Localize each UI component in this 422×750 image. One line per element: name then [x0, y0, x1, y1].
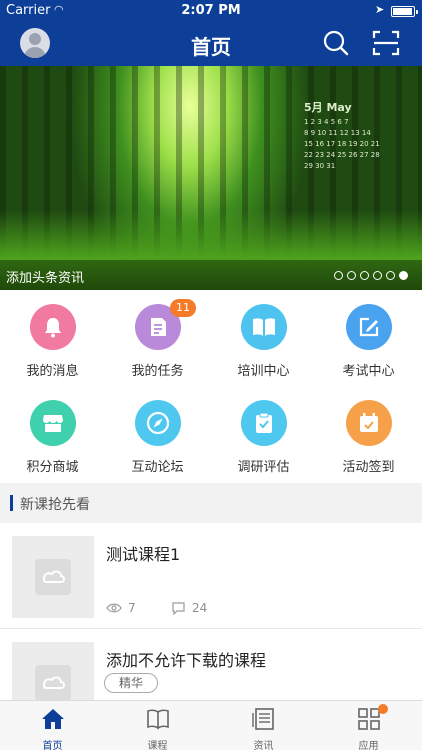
carousel-dot[interactable] — [373, 271, 382, 280]
clipboard-icon — [241, 400, 287, 446]
header: 首页 — [0, 22, 422, 66]
home-icon — [42, 709, 64, 729]
grid-item-label: 我的消息 — [26, 364, 79, 379]
tasks-count-badge: 11 — [170, 299, 196, 317]
tab-news[interactable]: 资讯 — [211, 701, 316, 750]
course-title: 添加不允许下载的课程 — [106, 651, 267, 670]
store-icon — [30, 400, 76, 446]
calendar-check-icon — [346, 400, 392, 446]
comment-icon — [172, 602, 185, 615]
tab-courses[interactable]: 课程 — [105, 701, 210, 750]
banner-carousel[interactable]: 5月 May 1 2 3 4 5 6 7 8 9 10 11 12 13 14 … — [0, 66, 422, 290]
carousel-dot[interactable] — [399, 271, 408, 280]
grid-item-label: 调研评估 — [237, 460, 290, 475]
course-thumbnail — [12, 642, 94, 700]
location-icon: ➤ — [375, 3, 385, 16]
edit-icon — [346, 304, 392, 350]
banner-calendar: 5月 May 1 2 3 4 5 6 7 8 9 10 11 12 13 14 … — [304, 101, 380, 170]
status-time: 2:07 PM — [181, 3, 241, 18]
image-placeholder-icon — [35, 665, 71, 700]
scan-icon[interactable] — [372, 29, 400, 57]
grid-item-exams[interactable]: 考试中心 — [316, 290, 421, 386]
bell-icon — [30, 304, 76, 350]
tab-apps[interactable]: 应用 — [316, 701, 421, 750]
carousel-dot[interactable] — [334, 271, 343, 280]
carousel-dot[interactable] — [347, 271, 356, 280]
notification-dot — [378, 704, 388, 714]
grid-item-store[interactable]: 积分商城 — [0, 386, 105, 482]
battery-icon — [391, 6, 418, 17]
eye-icon — [106, 603, 122, 613]
compass-icon — [135, 400, 181, 446]
tab-bar: 首页 课程 资讯 应用 — [0, 700, 422, 750]
carousel-dot[interactable] — [360, 271, 369, 280]
book-icon — [241, 304, 287, 350]
section-header-new-courses: 新课抢先看 — [0, 483, 422, 523]
grid-item-label: 考试中心 — [342, 364, 395, 379]
grid-item-checkin[interactable]: 活动签到 — [316, 386, 421, 482]
course-card[interactable]: 测试课程1 7 24 — [0, 523, 422, 628]
grid-item-messages[interactable]: 我的消息 — [0, 290, 105, 386]
book-open-icon — [147, 709, 169, 730]
feature-grid: 我的消息 我的任务 培训中心 考试中心 积分商城 互动论坛 调研评估 活动签到 … — [0, 290, 422, 483]
news-icon — [252, 708, 274, 730]
grid-item-training[interactable]: 培训中心 — [211, 290, 316, 386]
carousel-page-indicator[interactable] — [334, 271, 408, 280]
course-comments: 24 — [171, 601, 207, 615]
grid-item-label: 积分商城 — [26, 460, 79, 475]
course-card[interactable]: 添加不允许下载的课程 精华 — [0, 629, 422, 700]
grid-item-label: 互动论坛 — [131, 460, 184, 475]
grid-item-label: 培训中心 — [237, 364, 290, 379]
course-thumbnail — [12, 536, 94, 618]
grid-item-forum[interactable]: 互动论坛 — [105, 386, 210, 482]
course-title: 测试课程1 — [106, 545, 181, 564]
banner-caption-bar: 添加头条资讯 — [0, 260, 422, 290]
course-tag: 精华 — [104, 673, 159, 693]
banner-caption: 添加头条资讯 — [6, 271, 85, 286]
status-bar: Carrier ◠ 2:07 PM ➤ — [0, 0, 422, 22]
course-views: 7 — [106, 601, 136, 615]
top-bar: Carrier ◠ 2:07 PM ➤ 首页 — [0, 0, 422, 66]
section-title: 新课抢先看 — [20, 497, 90, 513]
grid-item-label: 我的任务 — [131, 364, 184, 379]
search-icon[interactable] — [322, 29, 350, 57]
tab-home[interactable]: 首页 — [0, 701, 105, 750]
image-placeholder-icon — [35, 559, 71, 595]
carousel-dot[interactable] — [386, 271, 395, 280]
page-title: 首页 — [191, 35, 231, 59]
grid-item-label: 活动签到 — [342, 460, 395, 475]
grid-item-survey[interactable]: 调研评估 — [211, 386, 316, 482]
